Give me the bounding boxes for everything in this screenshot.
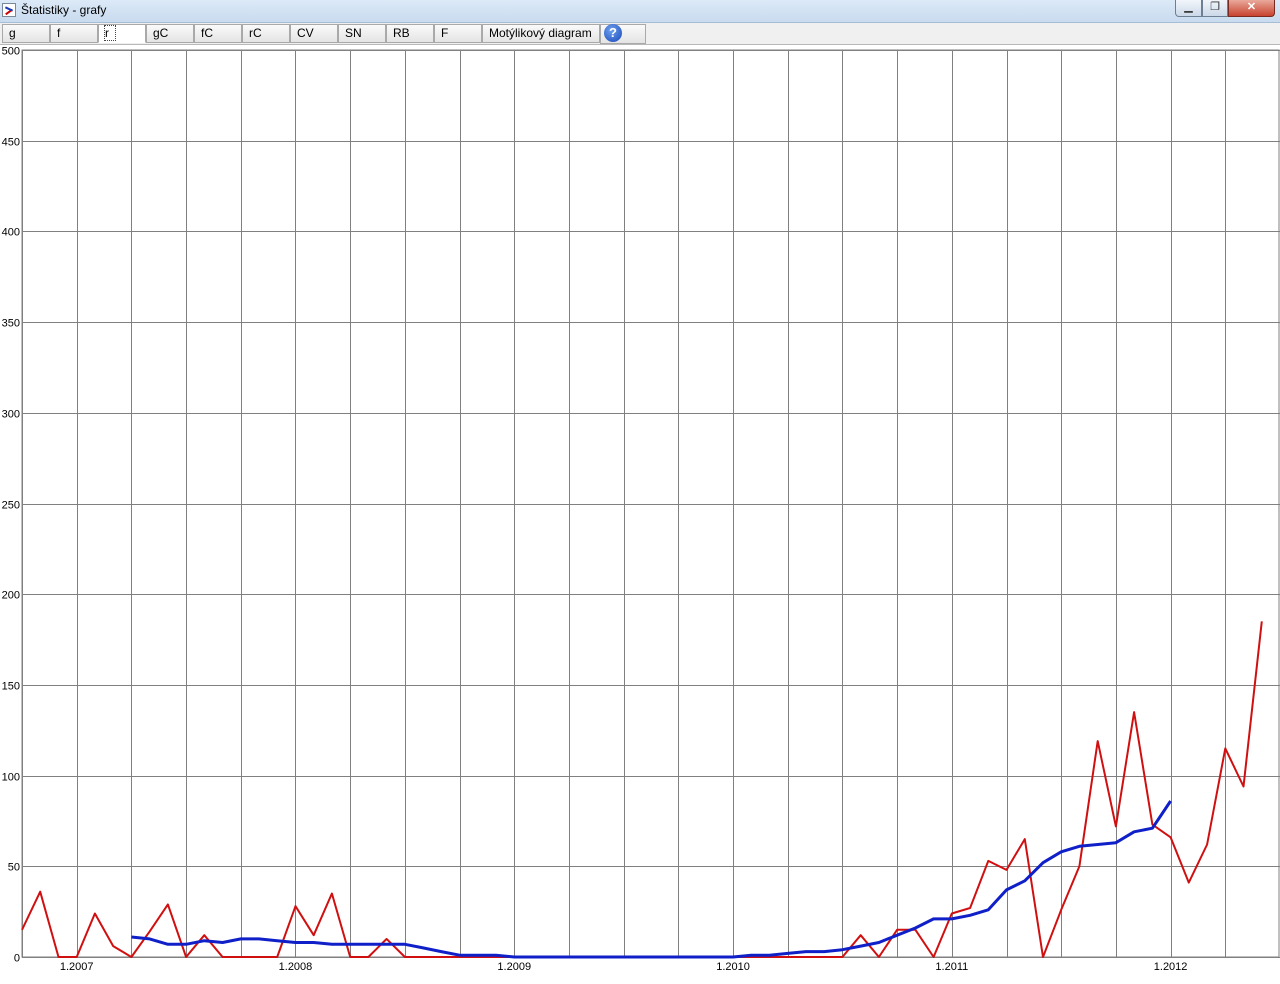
tab-rc[interactable]: rC [242, 24, 290, 43]
tab-r[interactable]: r [98, 24, 146, 43]
window-titlebar: Štatistiky - grafy ▁ ❐ ✕ [0, 0, 1280, 23]
y-tick-label: 400 [2, 227, 20, 239]
tab-label: f [57, 26, 61, 40]
y-tick-label: 350 [2, 318, 20, 330]
tab-rb[interactable]: RB [386, 24, 434, 43]
tab-label: r [104, 25, 116, 41]
tab-f[interactable]: f [50, 24, 98, 43]
tab-label: RB [393, 26, 410, 40]
line-chart: 0 50 100 150 200 250 300 350 400 450 500 1.2007 1.20… [2, 46, 1280, 973]
tab-gc[interactable]: gC [146, 24, 194, 43]
tab-g[interactable]: g [2, 24, 50, 43]
tab-fc[interactable]: fC [194, 24, 242, 43]
tab-label: SN [345, 26, 362, 40]
y-tick-label: 450 [2, 137, 20, 149]
x-tick-label: 1.2007 [60, 961, 94, 973]
plot-area [21, 49, 1280, 958]
y-tick-label: 200 [2, 590, 20, 602]
y-tick-label: 100 [2, 772, 20, 784]
tab-label: F [441, 26, 449, 40]
x-tick-label: 1.2011 [935, 961, 968, 973]
y-tick-label: 250 [2, 500, 20, 512]
x-tick-label: 1.2009 [497, 961, 531, 973]
close-button[interactable]: ✕ [1228, 0, 1275, 17]
tab-label: gC [153, 26, 169, 40]
app-chart-icon [2, 3, 16, 17]
tab-label: g [9, 26, 16, 40]
tab-butterfly-diagram[interactable]: Motýlikový diagram [482, 24, 600, 43]
y-tick-label: 50 [8, 862, 20, 874]
x-tick-label: 1.2008 [279, 961, 313, 973]
maximize-button[interactable]: ❐ [1202, 0, 1228, 17]
tab-cv[interactable]: CV [290, 24, 338, 43]
y-tick-label: 500 [2, 46, 20, 58]
tab-sn[interactable]: SN [338, 24, 386, 43]
tab-label: CV [297, 26, 314, 40]
question-icon[interactable]: ? [604, 24, 622, 42]
minimize-button[interactable]: ▁ [1175, 0, 1202, 17]
tab-f-upper[interactable]: F [434, 24, 482, 43]
window-title: Štatistiky - grafy [21, 3, 107, 17]
x-tick-label: 1.2010 [716, 961, 750, 973]
y-tick-label: 0 [14, 953, 20, 965]
tab-label: rC [249, 26, 262, 40]
y-tick-label: 150 [2, 681, 20, 693]
tab-label: Motýlikový diagram [489, 26, 592, 40]
tab-label: fC [201, 26, 213, 40]
y-tick-label: 300 [2, 409, 20, 421]
x-tick-label: 1.2012 [1154, 961, 1188, 973]
